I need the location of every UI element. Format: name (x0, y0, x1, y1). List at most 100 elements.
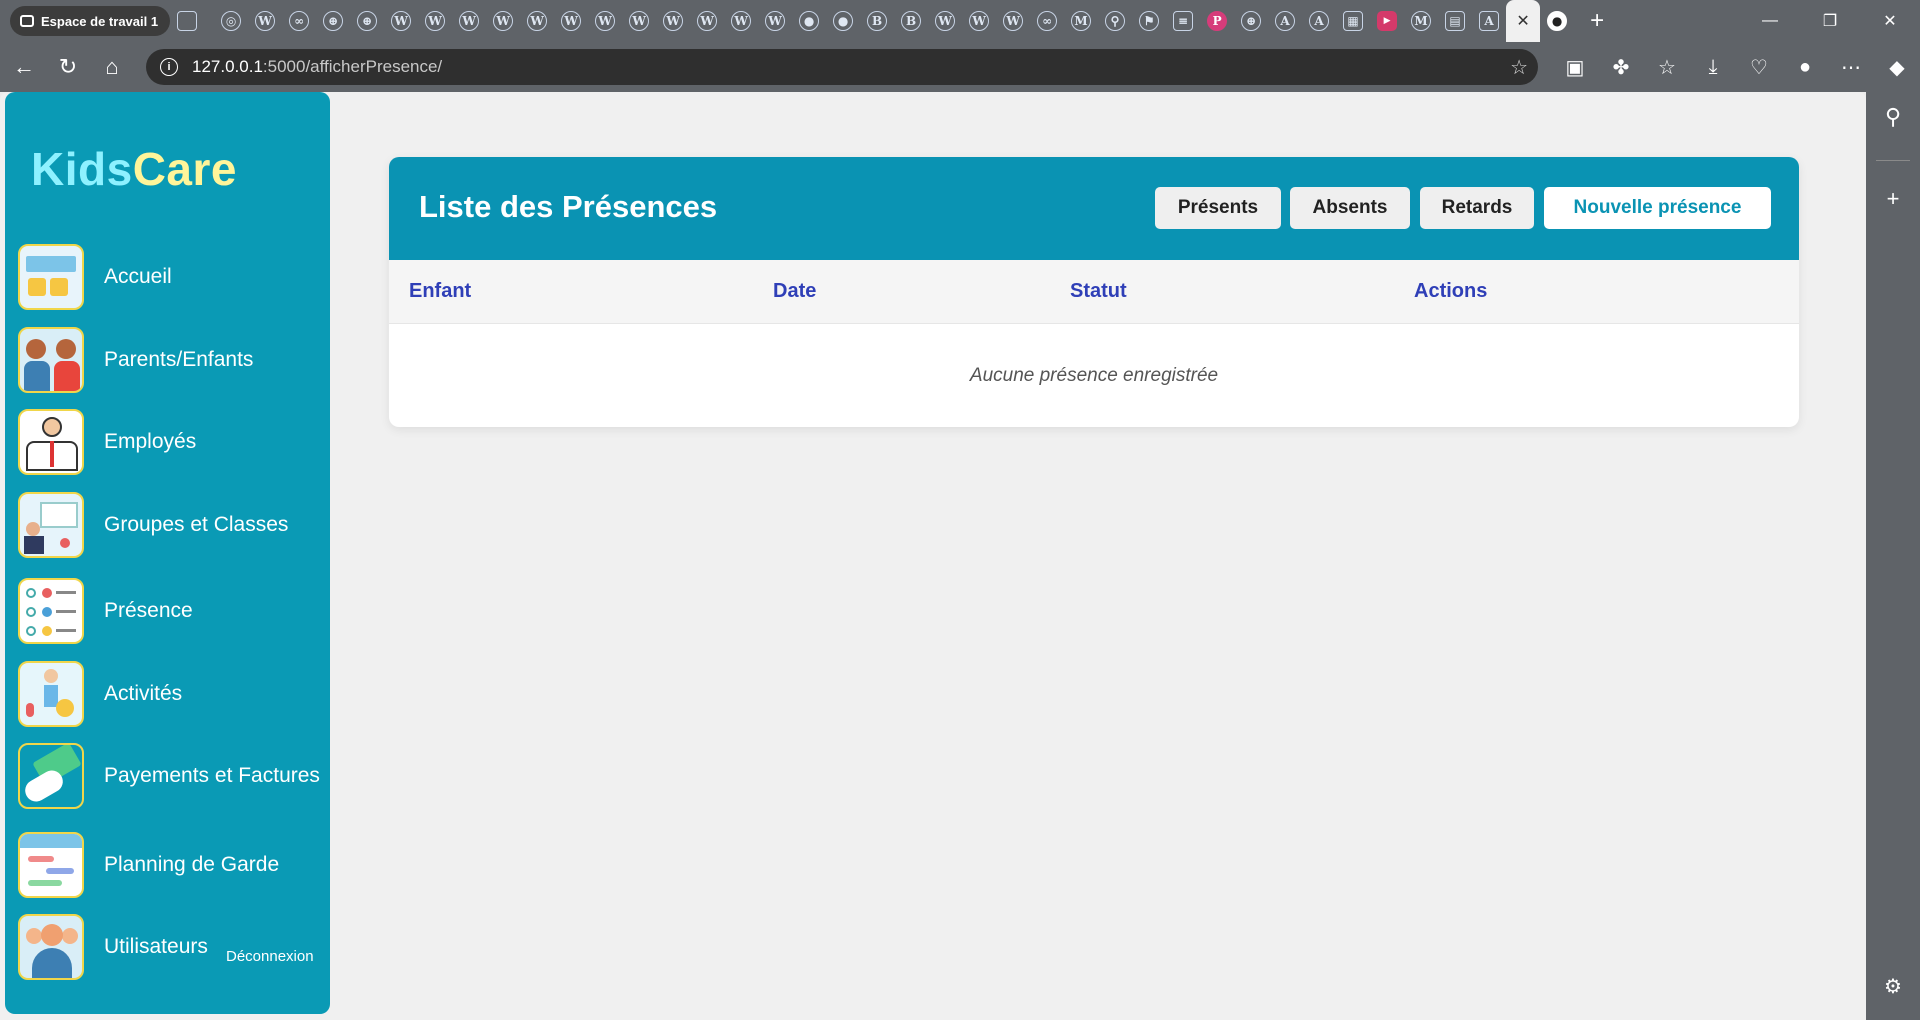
youtube-icon: ▶ (1377, 11, 1398, 31)
meta-icon: ∞ (1037, 11, 1058, 31)
column-header-enfant: Enfant (409, 280, 472, 302)
new-presence-button[interactable]: Nouvelle présence (1544, 187, 1771, 229)
wordpress-icon: W (425, 11, 446, 31)
browser-tab[interactable]: W (486, 0, 520, 42)
search-icon: ⚲ (1105, 11, 1126, 31)
browser-tab[interactable]: W (418, 0, 452, 42)
browser-tab[interactable]: A (1268, 0, 1302, 42)
browser-tab[interactable]: W (656, 0, 690, 42)
browser-tab[interactable]: ● (792, 0, 826, 42)
browser-tab[interactable]: ● (826, 0, 860, 42)
browser-tab[interactable]: ⚑ (1132, 0, 1166, 42)
favorites-icon[interactable]: ☆ (1644, 42, 1690, 92)
close-icon: ✕ (1516, 13, 1530, 30)
browser-tab[interactable]: B (894, 0, 928, 42)
url-text: 127.0.0.1:5000/afficherPresence/ (192, 57, 442, 77)
browser-tab[interactable]: W (248, 0, 282, 42)
browser-tab[interactable]: W (724, 0, 758, 42)
workspace-icon (20, 15, 34, 27)
browser-tab[interactable]: W (690, 0, 724, 42)
restore-button[interactable]: ❐ (1800, 0, 1860, 42)
browser-tab[interactable]: A (1302, 0, 1336, 42)
profile-avatar[interactable]: ● (1782, 42, 1828, 92)
address-bar[interactable]: i 127.0.0.1:5000/afficherPresence/ ☆ (146, 49, 1538, 85)
copilot-icon[interactable]: ◆ (1874, 42, 1920, 92)
health-icon[interactable]: ♡ (1736, 42, 1782, 92)
browser-tab[interactable]: A (1472, 0, 1506, 42)
browser-tab[interactable]: ▶ (1370, 0, 1404, 42)
browser-tab[interactable]: W (996, 0, 1030, 42)
browser-toolbar: ← ↻ ⌂ i 127.0.0.1:5000/afficherPresence/… (0, 42, 1920, 92)
new-tab-button[interactable]: + (1582, 7, 1612, 35)
browser-tab[interactable]: ⊕ (1234, 0, 1268, 42)
toolbar-icons: ▣ ✤ ☆ ⤓ ♡ ● ⋯ ◆ (1552, 42, 1920, 92)
active-tab-close[interactable]: ✕ (1506, 0, 1541, 42)
browser-tab[interactable]: ▦ (1336, 0, 1370, 42)
wordpress-icon: W (595, 11, 616, 31)
settings-gear-icon[interactable]: ⚙ (1866, 974, 1920, 999)
empty-state-message: Aucune présence enregistrée (969, 365, 1219, 386)
wordpress-icon: W (765, 11, 786, 31)
downloads-icon[interactable]: ⤓ (1690, 42, 1736, 92)
a-letter-icon: A (1309, 11, 1330, 31)
browser-tab[interactable]: W (622, 0, 656, 42)
filter-absent-button[interactable]: Absents (1290, 187, 1410, 229)
sidebar-toggle-tab[interactable] (170, 0, 204, 42)
wordpress-icon: W (697, 11, 718, 31)
browser-tab[interactable]: W (452, 0, 486, 42)
filter-present-button[interactable]: Présents (1155, 187, 1281, 229)
wordpress-icon: W (255, 11, 276, 31)
browser-tab[interactable]: ⚲ (1098, 0, 1132, 42)
extensions-icon[interactable]: ✤ (1598, 42, 1644, 92)
table-header: Enfant Date Statut Actions (389, 260, 1799, 324)
back-button[interactable]: ← (2, 47, 46, 87)
browser-tab[interactable]: W (928, 0, 962, 42)
globe-icon: ⊕ (323, 11, 344, 31)
card-header: Liste des Présences Présents Absents Ret… (389, 157, 1799, 260)
close-window-button[interactable]: ✕ (1860, 0, 1920, 42)
browser-tab[interactable]: W (758, 0, 792, 42)
browser-tab[interactable]: ▤ (1438, 0, 1472, 42)
add-icon[interactable]: + (1866, 186, 1920, 212)
search-icon[interactable]: ⚲ (1866, 104, 1920, 130)
browser-tab[interactable]: W (520, 0, 554, 42)
reload-button[interactable]: ↻ (46, 47, 90, 87)
reader-icon[interactable]: ▣ (1552, 42, 1598, 92)
wordpress-icon: W (663, 11, 684, 31)
browser-tab[interactable]: B (860, 0, 894, 42)
browser-tab[interactable]: P (1200, 0, 1234, 42)
globe-icon: ⊕ (1241, 11, 1262, 31)
wordpress-icon: W (1003, 11, 1024, 31)
browser-tab[interactable]: W (588, 0, 622, 42)
url-path: :5000/afficherPresence/ (262, 57, 443, 76)
browser-tab[interactable]: ∞ (282, 0, 316, 42)
globe-icon: ⊕ (357, 11, 378, 31)
github-icon: ● (1547, 11, 1568, 31)
more-menu-icon[interactable]: ⋯ (1828, 42, 1874, 92)
browser-tab[interactable]: W (962, 0, 996, 42)
column-header-statut: Statut (1070, 280, 1127, 302)
home-button[interactable]: ⌂ (90, 47, 134, 87)
stack-icon: ≡ (1173, 11, 1194, 31)
browser-tab[interactable]: M (1064, 0, 1098, 42)
wordpress-icon: W (493, 11, 514, 31)
browser-tab[interactable]: ∞ (1030, 0, 1064, 42)
info-icon[interactable]: i (160, 58, 178, 76)
a-letter-icon: A (1275, 11, 1296, 31)
browser-tab[interactable]: M (1404, 0, 1438, 42)
workspace-button[interactable]: Espace de travail 1 (10, 6, 171, 36)
favorite-star-icon[interactable]: ☆ (1510, 55, 1528, 80)
browser-tab[interactable]: ● (1540, 0, 1574, 42)
minimize-button[interactable]: — (1740, 0, 1800, 42)
browser-tab[interactable]: ◎ (214, 0, 248, 42)
wordpress-icon: W (629, 11, 650, 31)
filter-late-button[interactable]: Retards (1420, 187, 1534, 229)
browser-tab[interactable]: ≡ (1166, 0, 1200, 42)
page-title: Liste des Présences (419, 189, 718, 224)
browser-tab[interactable]: W (384, 0, 418, 42)
wordpress-icon: W (561, 11, 582, 31)
browser-tab[interactable]: W (554, 0, 588, 42)
window-controls: — ❐ ✕ (1740, 0, 1920, 42)
browser-tab[interactable]: ⊕ (316, 0, 350, 42)
browser-tab[interactable]: ⊕ (350, 0, 384, 42)
